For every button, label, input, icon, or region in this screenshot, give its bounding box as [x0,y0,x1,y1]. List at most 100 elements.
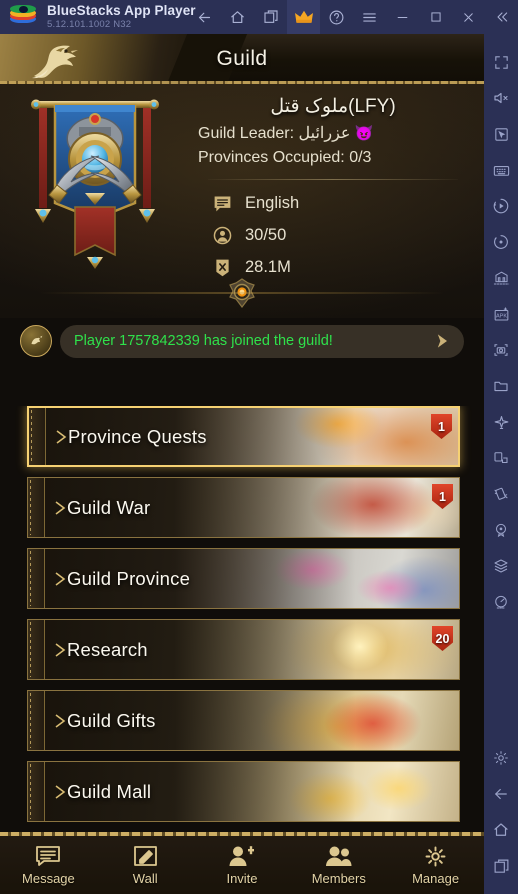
settings-gear-icon[interactable] [484,740,518,776]
layers-icon[interactable] [484,548,518,584]
maximize-button[interactable] [419,0,452,34]
guild-bottom-bar: Message Wall Invite Members Manage [0,832,484,894]
message-icon [35,844,61,868]
menu-row-guild-gifts[interactable]: Guild Gifts [27,690,460,751]
language-value: English [245,193,300,212]
android-recents-icon[interactable] [484,848,518,884]
tab-label: Members [311,871,366,886]
android-home-icon[interactable] [484,812,518,848]
mute-icon[interactable] [484,80,518,116]
guild-header: Guild [0,34,484,84]
tab-manage[interactable]: Manage [387,844,484,886]
pointer-icon[interactable] [484,116,518,152]
guild-leader-name: عزرائيل [298,125,351,142]
devil-emoji-icon: 😈 [354,125,374,142]
announcement-bubble[interactable]: Player 1757842339 has joined the guild! [60,324,464,358]
power-value: 28.1M [245,257,291,276]
premium-button[interactable] [287,0,320,34]
menu-row-label: Research [67,638,148,660]
tab-label: Invite [226,871,258,886]
wall-edit-icon [133,844,158,868]
install-apk-icon[interactable]: APK [484,296,518,332]
fullscreen-icon[interactable] [484,44,518,80]
bluestacks-window: BlueStacks App Player 5.12.101.1002 N32 [0,0,518,894]
row-left-ornament [28,549,45,608]
chevron-right-icon [45,500,66,515]
row-left-ornament [28,620,45,679]
chevron-right-icon [45,571,66,586]
chevron-right-icon [45,713,66,728]
home-button[interactable] [221,0,254,34]
menu-row-guild-war[interactable]: Guild War 1 [27,477,460,538]
provinces-occupied-line: Provinces Occupied: 0/3 [198,146,468,170]
media-manager-icon[interactable] [484,368,518,404]
eco-mode-icon[interactable] [484,404,518,440]
game-viewport: Guild ملوک قتل(LFY) Guild Leader: عزرائي… [0,34,484,894]
chevron-right-icon [45,784,66,799]
menu-row-label: Guild War [67,496,151,518]
guild-ornament-icon [0,276,484,310]
menu-row-label: Guild Mall [67,780,152,802]
collapse-sidebar-button[interactable] [485,0,518,34]
menu-button[interactable] [353,0,386,34]
performance-icon[interactable] [484,584,518,620]
announcement-text: Player 1757842339 has joined the guild! [74,333,333,349]
tab-label: Manage [412,871,460,886]
close-button[interactable] [452,0,485,34]
tab-members[interactable]: Members [290,844,387,886]
multi-instance-icon[interactable] [484,260,518,296]
guild-leader-label: Guild Leader: [198,125,295,142]
power-shield-icon [212,257,233,278]
invite-user-icon [228,844,255,868]
tab-invite[interactable]: Invite [194,844,291,886]
menu-row-research[interactable]: Research 20 [27,619,460,680]
title-block: BlueStacks App Player 5.12.101.1002 N32 [47,3,196,31]
menu-row-guild-province[interactable]: Guild Province [27,548,460,609]
guild-info-panel: ملوک قتل(LFY) Guild Leader: عزرائيل 😈 Pr… [0,84,484,318]
bluestacks-logo-icon [10,4,36,30]
screenshot-icon[interactable] [484,332,518,368]
chevron-right-icon [46,429,67,444]
guild-details: ملوک قتل(LFY) Guild Leader: عزرائيل 😈 Pr… [198,94,468,283]
row-left-ornament [28,691,45,750]
guild-name: ملوک قتل(LFY) [270,96,396,117]
help-button[interactable] [320,0,353,34]
shake-icon[interactable] [484,476,518,512]
menu-row-province-quests[interactable]: Province Quests 1 [27,406,460,467]
macro-recorder-icon[interactable] [484,188,518,224]
multi-window-button[interactable] [254,0,287,34]
back-button[interactable] [188,0,221,34]
menu-row-guild-mall[interactable]: Guild Mall [27,761,460,822]
page-title: Guild [216,47,268,70]
tab-label: Wall [132,871,158,886]
info-divider [208,179,458,180]
bluestacks-sidebar: APK [484,34,518,894]
guild-stat-language: English [212,187,468,219]
menu-row-label: Guild Gifts [67,709,156,731]
titlebar: BlueStacks App Player 5.12.101.1002 N32 [0,0,518,34]
send-arrow-icon[interactable] [432,331,452,351]
tab-label: Message [22,871,75,886]
menu-row-label: Guild Province [67,567,191,589]
tab-wall[interactable]: Wall [97,844,194,886]
guild-banner-emblem [31,99,159,269]
location-icon[interactable] [484,512,518,548]
provinces-value: 0/3 [349,149,372,166]
rotate-icon[interactable] [484,224,518,260]
tab-message[interactable]: Message [0,844,97,886]
row-left-ornament [29,408,46,465]
guild-announcement[interactable]: Player 1757842339 has joined the guild! [0,318,484,364]
menu-row-label: Province Quests [68,425,207,447]
members-value: 30/50 [245,225,287,244]
android-back-icon[interactable] [484,776,518,812]
chevron-right-icon [45,642,66,657]
minimize-button[interactable] [386,0,419,34]
screen-resize-icon[interactable] [484,440,518,476]
svg-text:APK: APK [495,313,506,319]
members-icon [212,225,233,246]
row-left-ornament [28,478,45,537]
app-version: 5.12.101.1002 N32 [47,19,132,31]
keyboard-controls-icon[interactable] [484,152,518,188]
guild-menu-list[interactable]: Province Quests 1 Guild War 1 Guild Prov… [0,406,484,858]
window-controls [188,0,518,34]
